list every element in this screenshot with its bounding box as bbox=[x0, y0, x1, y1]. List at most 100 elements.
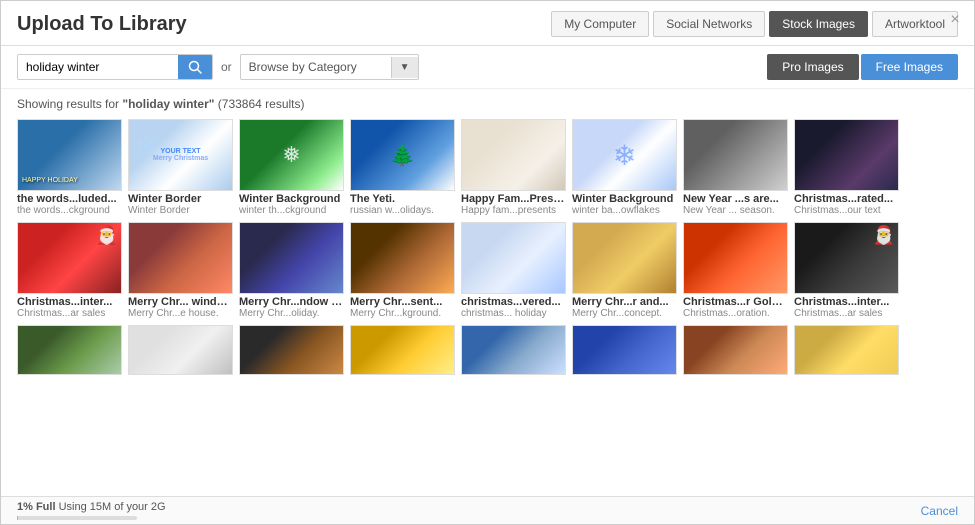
list-item[interactable]: Christmas...r Golden Christmas...oration… bbox=[683, 222, 788, 319]
thumb-inner: 🎅 bbox=[18, 223, 121, 293]
thumb-inner bbox=[351, 223, 454, 293]
image-thumb[interactable] bbox=[794, 119, 899, 191]
image-thumb[interactable]: 🌲 bbox=[350, 119, 455, 191]
free-images-button[interactable]: Free Images bbox=[861, 54, 958, 80]
image-thumb[interactable] bbox=[683, 119, 788, 191]
image-subtitle: Merry Chr...kground. bbox=[350, 308, 455, 319]
image-title: Merry Chr...r and... bbox=[572, 296, 677, 308]
list-item[interactable]: Merry Chr...ndow and Merry Chr...oliday. bbox=[239, 222, 344, 319]
tab-social-networks[interactable]: Social Networks bbox=[653, 11, 765, 37]
image-thumb[interactable] bbox=[128, 222, 233, 294]
storage-bar bbox=[17, 516, 18, 520]
list-item[interactable]: 🎅 Christmas...inter... Christmas...ar sa… bbox=[17, 222, 122, 319]
search-bar: or Browse by Category ▼ Pro Images Free … bbox=[1, 46, 974, 89]
image-thumb[interactable]: ❅ bbox=[239, 119, 344, 191]
image-subtitle: the words...ckground bbox=[17, 205, 122, 216]
list-item[interactable] bbox=[239, 325, 344, 375]
image-subtitle: russian w...olidays. bbox=[350, 205, 455, 216]
list-item[interactable] bbox=[683, 325, 788, 375]
image-title: the words...luded... bbox=[17, 193, 122, 205]
storage-info: 1% Full Using 15M of your 2G bbox=[17, 501, 166, 513]
image-subtitle: Merry Chr...e house. bbox=[128, 308, 233, 319]
list-item[interactable]: ❄ Winter Background winter ba...owflakes bbox=[572, 119, 677, 216]
list-item[interactable] bbox=[350, 325, 455, 375]
category-dropdown-button[interactable]: ▼ bbox=[391, 57, 418, 78]
image-thumb[interactable] bbox=[239, 222, 344, 294]
results-count: (733864 results) bbox=[214, 97, 304, 111]
thumb-inner bbox=[462, 223, 565, 293]
results-info: Showing results for "holiday winter" (73… bbox=[1, 89, 974, 115]
list-item[interactable]: Happy Fam...Presents Happy fam...present… bbox=[461, 119, 566, 216]
image-thumb[interactable] bbox=[350, 325, 455, 375]
list-item[interactable] bbox=[794, 325, 899, 375]
image-title: Winter Background bbox=[572, 193, 677, 205]
thumb-inner bbox=[795, 326, 898, 374]
list-item[interactable]: Christmas...rated... Christmas...our tex… bbox=[794, 119, 899, 216]
list-item[interactable] bbox=[572, 325, 677, 375]
thumb-inner: ❅ bbox=[240, 120, 343, 190]
list-item[interactable]: Merry Chr... window. Merry Chr...e house… bbox=[128, 222, 233, 319]
image-thumb[interactable] bbox=[128, 325, 233, 375]
storage-info-section: 1% Full Using 15M of your 2G bbox=[17, 501, 166, 520]
image-thumb[interactable] bbox=[683, 325, 788, 375]
tab-stock-images[interactable]: Stock Images bbox=[769, 11, 868, 37]
image-subtitle: Winter Border bbox=[128, 205, 233, 216]
image-thumb[interactable] bbox=[572, 325, 677, 375]
thumb-inner bbox=[573, 326, 676, 374]
image-thumb[interactable]: HAPPY HOLIDAY bbox=[17, 119, 122, 191]
list-item[interactable]: YOUR TEXTMerry Christmas ❄ Winter Border… bbox=[128, 119, 233, 216]
image-subtitle: Christmas...ar sales bbox=[17, 308, 122, 319]
image-subtitle: christmas... holiday bbox=[461, 308, 566, 319]
tab-my-computer[interactable]: My Computer bbox=[551, 11, 649, 37]
list-item[interactable]: Merry Chr...r and... Merry Chr...concept… bbox=[572, 222, 677, 319]
list-item[interactable]: New Year ...s are... New Year ... season… bbox=[683, 119, 788, 216]
list-item[interactable] bbox=[17, 325, 122, 375]
image-title: Happy Fam...Presents bbox=[461, 193, 566, 205]
cancel-button[interactable]: Cancel bbox=[921, 504, 958, 518]
image-subtitle: winter th...ckground bbox=[239, 205, 344, 216]
thumb-inner bbox=[18, 326, 121, 374]
search-button[interactable] bbox=[178, 55, 212, 79]
image-thumb[interactable] bbox=[794, 325, 899, 375]
list-item[interactable] bbox=[128, 325, 233, 375]
list-item[interactable]: christmas...vered... christmas... holida… bbox=[461, 222, 566, 319]
image-title: Christmas...r Golden bbox=[683, 296, 788, 308]
list-item[interactable]: ❅ Winter Background winter th...ckground bbox=[239, 119, 344, 216]
list-item[interactable]: HAPPY HOLIDAY the words...luded... the w… bbox=[17, 119, 122, 216]
header-tabs: My Computer Social Networks Stock Images… bbox=[551, 11, 958, 37]
image-thumb[interactable] bbox=[461, 325, 566, 375]
search-icon bbox=[188, 60, 202, 74]
image-thumb[interactable]: YOUR TEXTMerry Christmas ❄ bbox=[128, 119, 233, 191]
thumb-inner bbox=[129, 223, 232, 293]
list-item[interactable] bbox=[461, 325, 566, 375]
list-item[interactable]: 🌲 The Yeti. russian w...olidays. bbox=[350, 119, 455, 216]
image-thumb[interactable] bbox=[572, 222, 677, 294]
close-button[interactable]: × bbox=[946, 11, 964, 29]
category-select[interactable]: Browse by Category bbox=[241, 55, 391, 79]
search-input[interactable] bbox=[18, 55, 178, 79]
thumb-inner bbox=[129, 326, 232, 374]
thumb-inner: ❄ bbox=[573, 120, 676, 190]
image-thumb[interactable] bbox=[461, 119, 566, 191]
image-thumb[interactable] bbox=[683, 222, 788, 294]
list-item[interactable]: Merry Chr...sent... Merry Chr...kground. bbox=[350, 222, 455, 319]
thumb-inner bbox=[795, 120, 898, 190]
image-thumb[interactable]: ❄ bbox=[572, 119, 677, 191]
image-title: Winter Background bbox=[239, 193, 344, 205]
image-subtitle: New Year ... season. bbox=[683, 205, 788, 216]
or-label: or bbox=[221, 60, 232, 74]
image-title: christmas...vered... bbox=[461, 296, 566, 308]
image-thumb[interactable]: 🎅 bbox=[17, 222, 122, 294]
image-subtitle: Christmas...our text bbox=[794, 205, 899, 216]
image-thumb[interactable] bbox=[17, 325, 122, 375]
image-subtitle: Merry Chr...oliday. bbox=[239, 308, 344, 319]
image-thumb[interactable] bbox=[461, 222, 566, 294]
storage-detail-label: Using 15M of your 2G bbox=[59, 501, 166, 513]
list-item[interactable]: 🎅 Christmas...inter... Christmas...ar sa… bbox=[794, 222, 899, 319]
image-title: Winter Border bbox=[128, 193, 233, 205]
image-thumb[interactable] bbox=[239, 325, 344, 375]
thumb-inner: YOUR TEXTMerry Christmas ❄ bbox=[129, 120, 232, 190]
image-thumb[interactable] bbox=[350, 222, 455, 294]
image-thumb[interactable]: 🎅 bbox=[794, 222, 899, 294]
pro-images-button[interactable]: Pro Images bbox=[767, 54, 858, 80]
